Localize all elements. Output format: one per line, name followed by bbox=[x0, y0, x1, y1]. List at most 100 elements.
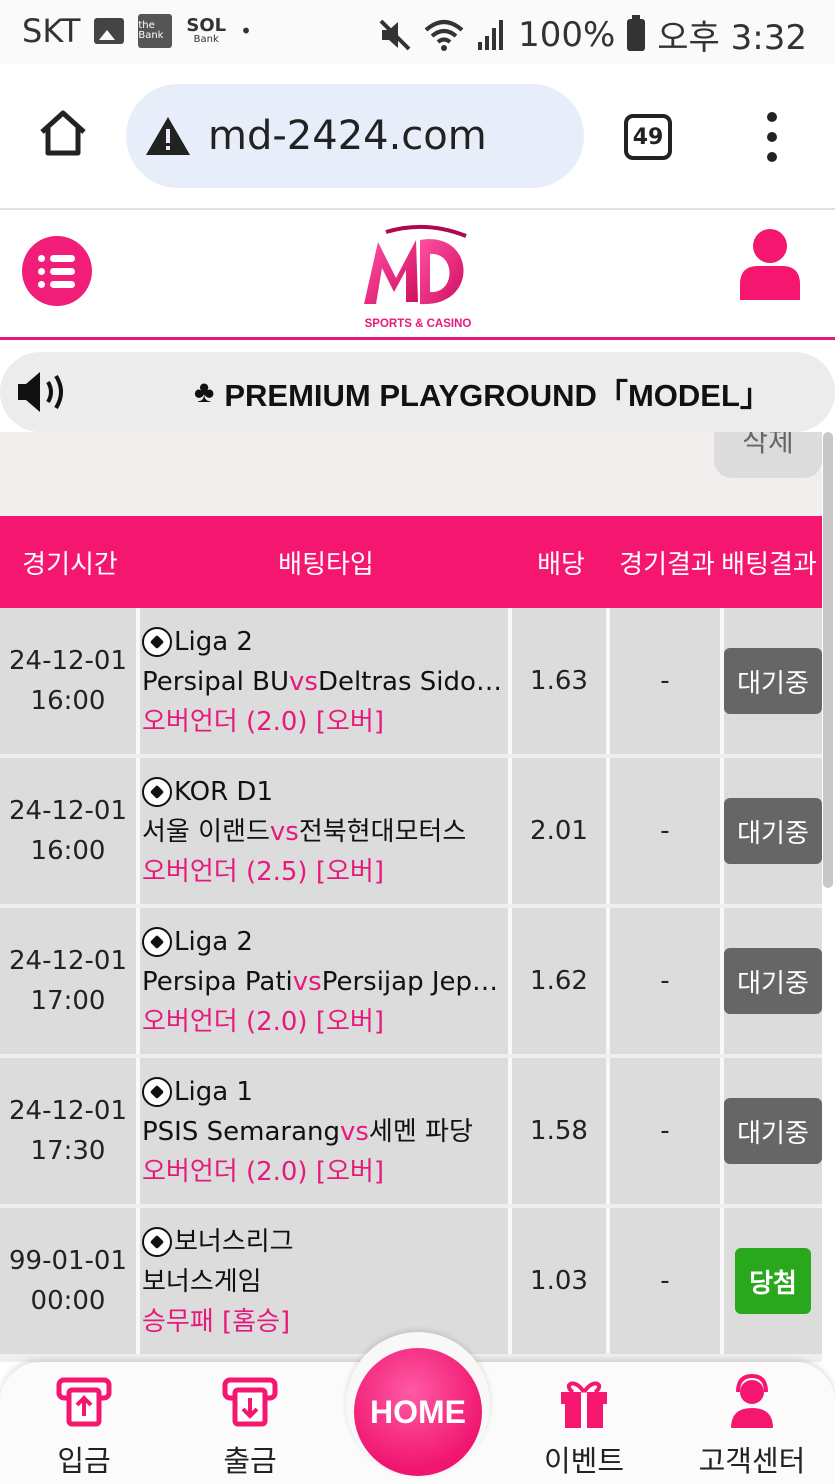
league-name: Liga 2 bbox=[174, 627, 253, 657]
home-team: 보너스게임 bbox=[142, 1267, 262, 1297]
home-button[interactable]: HOME bbox=[354, 1348, 482, 1476]
notice-marquee: ♣ PREMIUM PLAYGROUND「MODEL」 bbox=[194, 352, 771, 432]
mute-icon bbox=[379, 19, 411, 50]
match-time-cell: 24-12-01 16:00 bbox=[0, 758, 140, 904]
bet-type-cell: Liga 2 Persipa PativsPersijap Jepara 오버언… bbox=[140, 908, 512, 1054]
table-row[interactable]: 24-12-01 17:30 Liga 1 PSIS Semarangvs세멘 … bbox=[0, 1058, 822, 1204]
browser-toolbar: md-2424.com 49 bbox=[0, 64, 835, 210]
match-teams: 보너스게임 bbox=[142, 1262, 504, 1302]
match-clock: 00:00 bbox=[30, 1286, 106, 1316]
soccer-ball-icon bbox=[142, 627, 172, 657]
gallery-notification-icon bbox=[94, 18, 125, 44]
match-clock: 16:00 bbox=[30, 836, 106, 866]
match-time-cell: 24-12-01 17:00 bbox=[0, 908, 140, 1054]
nav-deposit-label: 입금 bbox=[57, 1444, 111, 1478]
bet-type-cell: KOR D1 서울 이랜드vs전북현대모터스 오버언더 (2.5) [오버] bbox=[140, 758, 512, 904]
odds-cell: 1.62 bbox=[512, 908, 610, 1054]
header-match-time: 경기시간 bbox=[22, 549, 118, 580]
nav-withdraw-label: 출금 bbox=[223, 1444, 277, 1478]
vs-label: vs bbox=[269, 817, 299, 847]
url-text[interactable]: md-2424.com bbox=[208, 113, 487, 159]
match-time-cell: 24-12-01 16:00 bbox=[0, 608, 140, 754]
logo-subtitle: SPORTS & CASINO bbox=[364, 318, 472, 330]
bet-pick: 오버언더 (2.0) [오버] bbox=[142, 1157, 384, 1187]
page-scrollbar[interactable] bbox=[823, 432, 833, 888]
headset-agent-icon bbox=[731, 1373, 773, 1428]
nav-support[interactable]: 고객센터 bbox=[690, 1362, 814, 1484]
deposit-icon bbox=[56, 1377, 112, 1427]
soccer-ball-icon bbox=[142, 927, 172, 957]
bet-type-cell: 보너스리그 보너스게임 승무패 [홈승] bbox=[140, 1208, 512, 1354]
home-icon[interactable] bbox=[38, 108, 88, 158]
match-clock: 16:00 bbox=[30, 686, 106, 716]
vs-label: vs bbox=[292, 967, 322, 997]
soccer-ball-icon bbox=[142, 1227, 172, 1257]
browser-menu-icon[interactable] bbox=[762, 112, 782, 162]
table-row[interactable]: 24-12-01 16:00 KOR D1 서울 이랜드vs전북현대모터스 오버… bbox=[0, 758, 822, 904]
match-result-cell: - bbox=[610, 758, 724, 904]
battery-icon bbox=[627, 14, 646, 51]
match-date: 99-01-01 bbox=[8, 1246, 127, 1276]
home-team: PSIS Semarang bbox=[142, 1117, 340, 1147]
address-bar[interactable]: md-2424.com bbox=[126, 84, 584, 188]
bet-history-panel: 삭제 경기시간 배팅타입 배당 경기결과 배팅결과 24-12-01 16:00… bbox=[0, 432, 822, 1362]
home-team: Persipal BU bbox=[142, 667, 289, 697]
table-row[interactable]: 24-12-01 17:00 Liga 2 Persipa PativsPers… bbox=[0, 908, 822, 1054]
match-date: 24-12-01 bbox=[8, 646, 127, 676]
tab-switcher-button[interactable]: 49 bbox=[624, 114, 672, 160]
away-team: 전북현대모터스 bbox=[298, 817, 467, 847]
table-header: 경기시간 배팅타입 배당 경기결과 배팅결과 bbox=[0, 516, 822, 608]
gift-icon bbox=[561, 1381, 607, 1428]
bet-pick: 오버언더 (2.5) [오버] bbox=[142, 857, 384, 887]
bet-result-cell: 대기중 bbox=[724, 608, 822, 754]
match-result-cell: - bbox=[610, 1058, 724, 1204]
bet-result-cell: 대기중 bbox=[724, 758, 822, 904]
battery-percent: 100% bbox=[518, 14, 616, 55]
carrier-label: SKT bbox=[22, 12, 81, 50]
bet-pick: 오버언더 (2.0) [오버] bbox=[142, 707, 384, 737]
notice-text: PREMIUM PLAYGROUND「MODEL」 bbox=[224, 377, 771, 413]
league-name: Liga 1 bbox=[174, 1077, 253, 1107]
site-logo[interactable]: SPORTS & CASINO bbox=[356, 222, 480, 334]
match-clock: 17:30 bbox=[30, 1136, 106, 1166]
home-team: Persipa Pati bbox=[142, 967, 293, 997]
table-row[interactable]: 24-12-01 16:00 Liga 2 Persipal BUvsDeltr… bbox=[0, 608, 822, 754]
header-odds: 배당 bbox=[537, 549, 585, 580]
header-match-result: 경기결과 bbox=[619, 549, 715, 580]
nav-support-label: 고객센터 bbox=[698, 1444, 806, 1478]
site-header: SPORTS & CASINO bbox=[0, 212, 835, 340]
more-notifications-dot: • bbox=[240, 19, 252, 43]
status-badge: 대기중 bbox=[724, 948, 822, 1014]
nav-withdraw[interactable]: 출금 bbox=[210, 1362, 290, 1484]
match-teams: PSIS Semarangvs세멘 파당 bbox=[142, 1112, 504, 1152]
status-badge: 대기중 bbox=[724, 648, 822, 714]
match-result-cell: - bbox=[610, 608, 724, 754]
status-badge: 당첨 bbox=[735, 1248, 811, 1314]
signal-icon bbox=[478, 19, 504, 50]
nav-event-label: 이벤트 bbox=[543, 1444, 625, 1478]
odds-cell: 1.03 bbox=[512, 1208, 610, 1354]
away-team: 세멘 파당 bbox=[368, 1117, 473, 1147]
warning-icon[interactable] bbox=[144, 115, 192, 157]
menu-icon[interactable] bbox=[22, 236, 92, 306]
delete-button[interactable]: 삭제 bbox=[714, 432, 822, 478]
club-symbol: ♣ bbox=[194, 374, 215, 409]
match-teams: Persipal BUvsDeltras Sidoarjo bbox=[142, 662, 504, 702]
bet-type-cell: Liga 2 Persipal BUvsDeltras Sidoarjo 오버언… bbox=[140, 608, 512, 754]
status-badge: 대기중 bbox=[724, 798, 822, 864]
match-teams: Persipa PativsPersijap Jepara bbox=[142, 962, 504, 1002]
league-name: 보너스리그 bbox=[174, 1227, 294, 1257]
md-logo-mark bbox=[364, 224, 467, 305]
nav-deposit[interactable]: 입금 bbox=[44, 1362, 124, 1484]
home-team: 서울 이랜드 bbox=[142, 817, 270, 847]
nav-event[interactable]: 이벤트 bbox=[534, 1362, 634, 1484]
clock: 오후 3:32 bbox=[657, 18, 807, 58]
user-icon[interactable] bbox=[738, 226, 802, 300]
wifi-icon bbox=[424, 19, 464, 51]
match-date: 24-12-01 bbox=[8, 1096, 127, 1126]
header-bet-result: 배팅결과 bbox=[721, 549, 817, 580]
match-clock: 17:00 bbox=[30, 986, 106, 1016]
megaphone-icon bbox=[18, 372, 63, 412]
match-time-cell: 99-01-01 00:00 bbox=[0, 1208, 140, 1354]
soccer-ball-icon bbox=[142, 777, 172, 807]
